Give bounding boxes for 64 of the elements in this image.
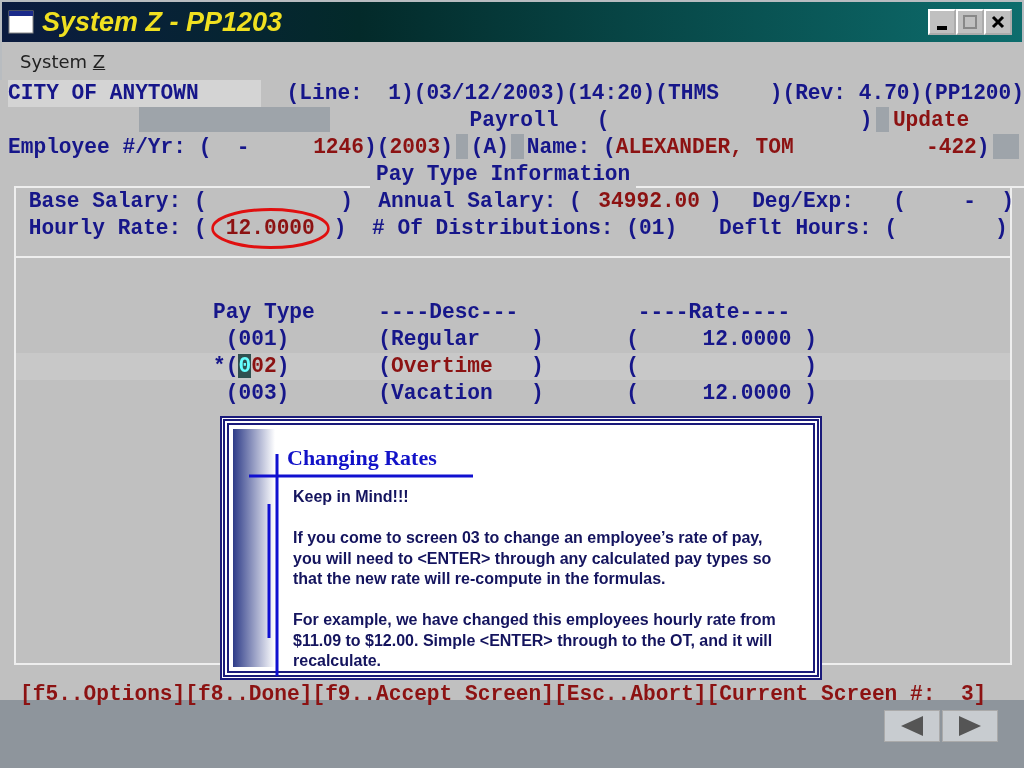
field-label: Deg/Exp: [752,188,854,215]
minimize-button[interactable] [928,9,956,35]
callout-text: If you come to screen 03 to change an employee’s rate of pay, you will need to <ENTER> through any calculated pay types so that the new rate will re-compute in the formulas. [293,528,773,589]
field-label: Hourly Rate: ( [28,215,207,242]
previous-slide-button[interactable] [884,710,940,742]
field-label: ) [440,134,453,161]
column-header: Pay Type [213,300,315,324]
next-slide-button[interactable] [942,710,998,742]
field-value: ALEXANDER, TOM [615,134,794,161]
input-field[interactable] [511,134,525,159]
column-header: ----Rate---- [637,300,791,324]
field-label: # Of Distributions: (01) [372,215,678,242]
callout-title: Changing Rates [287,445,437,471]
field-label: ( [893,188,906,215]
table-cell-text: (002) [225,353,291,380]
table-cell-text: (001) [225,326,291,353]
field-label: ) [340,188,353,215]
maximize-icon [962,14,978,30]
table-cell: ( 12.0000 ) [626,326,817,353]
table-cell: ( 12.0000 ) [626,380,817,407]
window-title: System Z - PP1203 [42,6,283,38]
table-cell: ( ) [626,353,817,380]
field-value: Update [892,107,970,134]
input-field[interactable] [138,107,330,132]
input-field[interactable] [455,134,469,159]
table-cell-text: (Vacation ) [378,380,545,407]
field-value: 34992.00 [598,188,701,215]
field-value: 2003 [389,134,441,161]
field-value: 12.0000 [225,215,315,242]
column-header: ----Desc--- [378,300,519,324]
minimize-icon [937,26,947,30]
status-text: [f5..Options][f8..Done][f9..Accept Screen][Esc..Abort][Current Screen #: 3] [19,681,988,708]
field-label: Base Salary: ( [28,188,207,215]
table-cell-text: (Overtime ) [378,353,545,380]
field-label: (A) [470,134,509,161]
field-label: ) [859,107,873,134]
field-label: ) [976,134,990,161]
close-icon [990,14,1006,30]
field-label: Deflt Hours: ( [719,215,898,242]
table-cell-text: (Regular ) [378,326,545,353]
field-value: CITY OF ANYTOWN [8,80,262,107]
field-value: 1246 [313,134,364,161]
window-icon [8,10,34,34]
callout-text: For example, we have changed this employees hourly rate from $11.09 to $12.00. Simple <ENTER> through to the OT, and it will recalculate. [293,610,777,671]
callout-text: Keep in Mind!!! [293,487,410,507]
input-field[interactable] [876,107,890,132]
field-label: Annual Salary: ( [378,188,582,215]
field-label: Employee #/Yr: ( - [8,134,250,161]
field-label: Payroll ( [469,107,610,134]
field-label: Name: ( [526,134,616,161]
field-label: ) [708,188,722,215]
field-label: (Line: 1)(03/12/2003)(14:20)(THMS )(Rev: 4.70)(PP1200) [286,80,1024,107]
field-label: ) [1001,188,1015,215]
field-value: -422 [925,134,977,161]
row-marker: * [213,353,226,380]
table-cell-text: (003) [225,380,291,407]
field-label: - [963,188,976,215]
section-title: Pay Type Information [375,161,632,188]
field-label: ) [995,215,1008,242]
menu-item[interactable]: System Z [20,50,106,72]
close-button[interactable] [984,9,1012,35]
field-label: )( [364,134,390,161]
field-label: ) [333,215,347,242]
input-field[interactable] [993,134,1019,159]
